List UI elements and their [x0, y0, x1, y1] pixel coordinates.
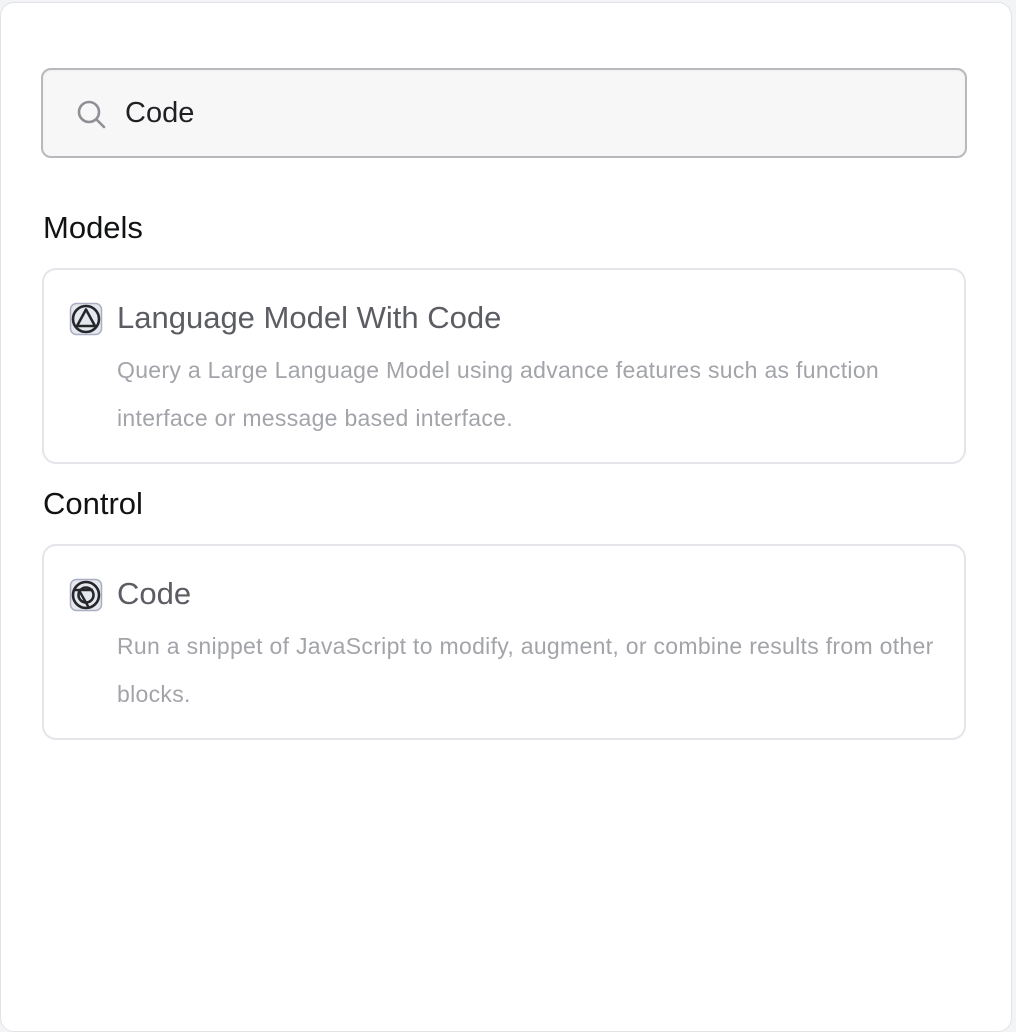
triangle-circle-icon [69, 302, 103, 336]
block-card-title: Code [117, 576, 192, 611]
block-picker-panel: Models Language Model With Code Query a … [0, 2, 1012, 1032]
search-box[interactable] [41, 68, 967, 158]
search-input[interactable] [125, 90, 925, 136]
section-heading-models: Models [43, 210, 143, 245]
section-heading-control: Control [43, 486, 143, 521]
search-icon [75, 98, 107, 130]
block-card-description: Query a Large Language Model using advan… [117, 357, 880, 431]
block-card-code[interactable]: Code Run a snippet of JavaScript to modi… [42, 544, 966, 740]
code-circle-icon [69, 578, 103, 612]
block-card-description: Run a snippet of JavaScript to modify, a… [117, 633, 934, 707]
block-card-language-model-with-code[interactable]: Language Model With Code Query a Large L… [42, 268, 966, 464]
block-card-title: Language Model With Code [117, 300, 502, 335]
